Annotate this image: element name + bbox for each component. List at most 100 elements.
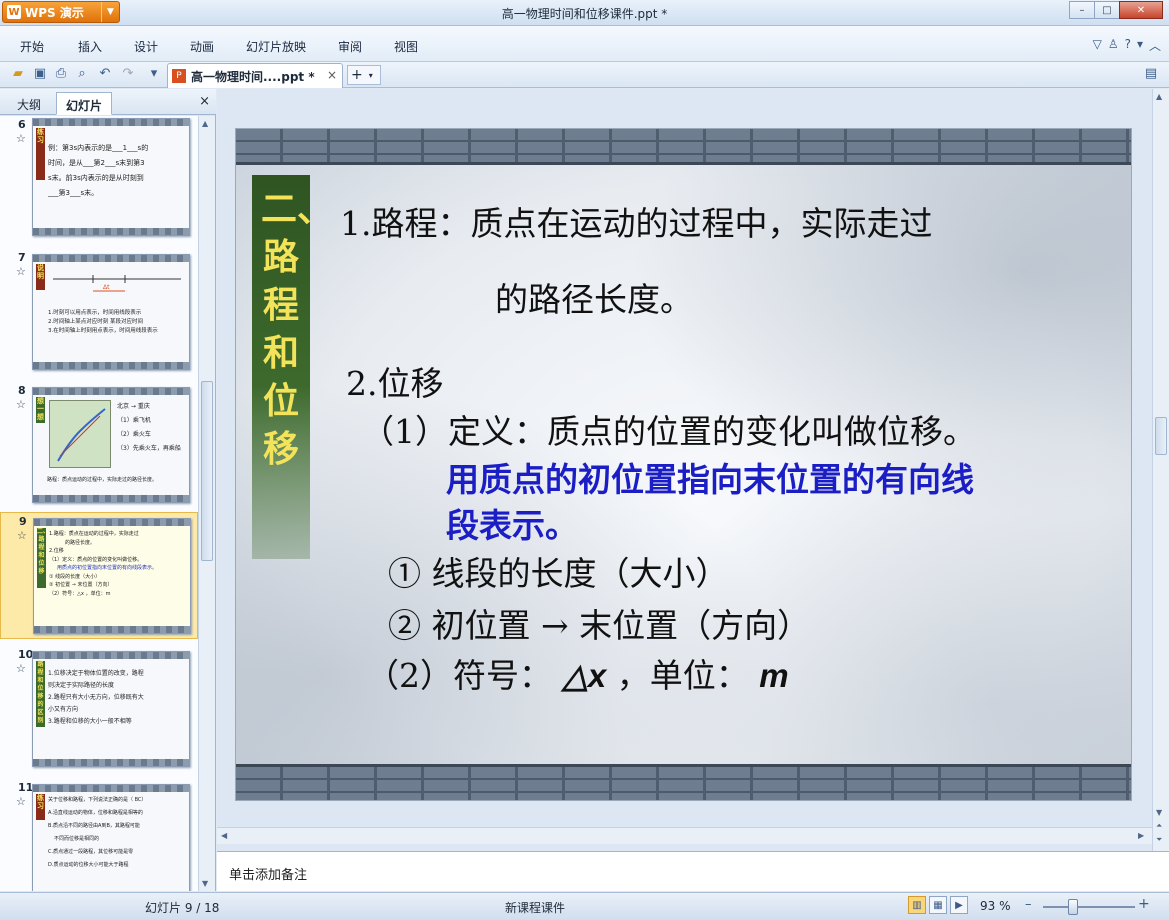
notes-pane[interactable]: 单击添加备注 bbox=[217, 851, 1169, 891]
slide-thumbnail[interactable]: 11 ☆ 练习 关于位移和路程，下列说法正确的是（ BC） A.沿直线运动的物体… bbox=[0, 779, 198, 891]
new-tab-button[interactable]: + ▾ bbox=[347, 65, 381, 85]
notes-placeholder: 单击添加备注 bbox=[229, 868, 308, 883]
slide-text-line[interactable]: 的路径长度。 bbox=[495, 273, 693, 321]
help-icon[interactable]: ? bbox=[1125, 37, 1131, 54]
thumbnail-scrollbar[interactable]: ▲ ▼ bbox=[198, 116, 215, 891]
thumb-line: 3.在时间轴上时刻用点表示，时间用线段表示 bbox=[48, 328, 158, 334]
animation-star-icon: ☆ bbox=[16, 132, 26, 145]
thumb-label: 练习 bbox=[36, 794, 45, 820]
menu-view[interactable]: 视图 bbox=[394, 38, 418, 55]
undo-icon[interactable]: ↶ bbox=[97, 66, 113, 82]
customize-icon[interactable]: ▾ bbox=[146, 66, 162, 82]
previous-slide-icon[interactable]: ⏶ bbox=[1156, 821, 1162, 831]
open-folder-icon[interactable]: ▰ bbox=[10, 66, 26, 82]
animation-star-icon: ☆ bbox=[16, 265, 26, 278]
chevron-down-icon[interactable]: ▾ bbox=[1137, 37, 1143, 54]
current-slide[interactable]: 二、路程和位移 1.路程：质点在运动的过程中，实际走过 的路径长度。 2.位移 … bbox=[236, 129, 1131, 800]
panel-toggle-icon[interactable]: ▤ bbox=[1143, 66, 1159, 82]
status-bar: 幻灯片 9 / 18 新课程课件 ▥ ▦ ▶ 93 % – + bbox=[0, 892, 1169, 920]
vertical-label-text: 二、路程和位移 bbox=[261, 188, 334, 470]
map-image bbox=[49, 400, 111, 468]
zoom-level[interactable]: 93 % bbox=[980, 899, 1011, 913]
thumb-label: 二、路程和位移 bbox=[37, 528, 49, 588]
slide-text-line-highlight[interactable]: 用质点的初位置指向末位置的有向线 bbox=[446, 453, 974, 501]
thumb-line: 例：第3s内表示的是___1___s的 bbox=[48, 144, 149, 152]
close-panel-icon[interactable]: × bbox=[199, 94, 210, 109]
tshirt-icon[interactable]: ▽ bbox=[1093, 37, 1102, 54]
zoom-slider-knob[interactable] bbox=[1068, 899, 1079, 915]
scroll-down-icon[interactable]: ▼ bbox=[202, 879, 208, 888]
slide-preview: 二、路程和位移 1.路程：质点在运动的过程中，实际走过 的路径长度。 2.位移 … bbox=[33, 518, 191, 634]
animation-star-icon: ☆ bbox=[16, 662, 26, 675]
scroll-up-icon[interactable]: ▲ bbox=[202, 119, 208, 128]
scroll-down-icon[interactable]: ▼ bbox=[1156, 808, 1162, 817]
thumb-line: 2.时间轴上某点对应时刻 某段对应时间 bbox=[48, 319, 143, 325]
zoom-in-icon[interactable]: + bbox=[1138, 896, 1150, 912]
thumb-label: 练习 bbox=[36, 128, 45, 180]
tab-outline[interactable]: 大纲 bbox=[8, 92, 50, 115]
slide-thumbnail[interactable]: 8 ☆ 想一想 北京 → 重庆 （1）乘飞机 （2）乘火车 （3）先乘火车，再乘… bbox=[0, 382, 198, 509]
save-icon[interactable]: ▣ bbox=[32, 66, 48, 82]
slide-preview: 练习 关于位移和路程，下列说法正确的是（ BC） A.沿直线运动的物体，位移和路… bbox=[32, 784, 190, 891]
collapse-icon[interactable]: ︿ bbox=[1149, 37, 1161, 54]
scrollbar-thumb[interactable] bbox=[201, 381, 213, 561]
shirt-icon[interactable]: ♙ bbox=[1108, 37, 1119, 54]
slide-thumbnail-selected[interactable]: 9 ☆ 二、路程和位移 1.路程：质点在运动的过程中，实际走过 的路径长度。 2… bbox=[0, 512, 198, 639]
zoom-out-icon[interactable]: – bbox=[1025, 897, 1032, 912]
unit-prefix: ，单位： bbox=[616, 656, 749, 695]
slide-text-line[interactable]: （2）符号： △x ，单位： m bbox=[366, 649, 789, 697]
thumb-line: （3）先乘火车，再乘船 bbox=[117, 445, 181, 452]
scroll-right-icon[interactable]: ▶ bbox=[1138, 831, 1144, 840]
slide-thumbnail[interactable]: 7 ☆ 说明 Δt 1.时刻可以用点表示，时间用线段表示 2.时间轴上某点对应时… bbox=[0, 249, 198, 376]
vertical-scrollbar[interactable]: ▲ ▼ ⏶ ⏷ bbox=[1152, 89, 1169, 851]
scroll-up-icon[interactable]: ▲ bbox=[1156, 92, 1162, 101]
thumb-line: （2）符号：△x ，单位：m bbox=[49, 590, 111, 597]
menu-home[interactable]: 开始 bbox=[20, 38, 44, 55]
horizontal-scrollbar[interactable]: ◀ ▶ bbox=[217, 827, 1152, 844]
slide-text-line[interactable]: 1.路程：质点在运动的过程中，实际走过 bbox=[340, 197, 933, 245]
slide-text-line-highlight[interactable]: 段表示。 bbox=[446, 499, 578, 547]
menu-slideshow[interactable]: 幻灯片放映 bbox=[246, 38, 306, 55]
print-icon[interactable]: ⎙ bbox=[53, 66, 69, 82]
slide-sorter-icon[interactable]: ▦ bbox=[929, 896, 947, 914]
menu-design[interactable]: 设计 bbox=[134, 38, 158, 55]
thumb-line: 2.路程只有大小无方向，位移既有大 bbox=[48, 694, 144, 701]
brick-band-top bbox=[236, 129, 1131, 165]
zoom-slider-track[interactable] bbox=[1043, 906, 1135, 908]
next-slide-icon[interactable]: ⏷ bbox=[1156, 835, 1162, 845]
slide-text-line[interactable]: （1）定义：质点的位置的变化叫做位移。 bbox=[361, 405, 976, 453]
menu-animation[interactable]: 动画 bbox=[190, 38, 214, 55]
print-preview-icon[interactable]: ⌕ bbox=[74, 66, 90, 82]
slide-preview: 想一想 北京 → 重庆 （1）乘飞机 （2）乘火车 （3）先乘火车，再乘船 路程… bbox=[32, 387, 190, 503]
redo-icon[interactable]: ↷ bbox=[120, 66, 136, 82]
close-tab-icon[interactable]: × bbox=[327, 68, 337, 82]
thumb-line: 1.时刻可以用点表示，时间用线段表示 bbox=[48, 310, 142, 316]
timeline-diagram: Δt bbox=[53, 275, 181, 292]
thumb-line: C.质点通过一段路程，其位移可能是零 bbox=[48, 849, 134, 855]
slide-text-line[interactable]: ① 线段的长度（大小） bbox=[388, 547, 729, 595]
thumb-line: A.沿直线运动的物体，位移和路程是相等的 bbox=[48, 810, 143, 816]
slide-number: 7 bbox=[18, 251, 26, 264]
window-title: 高一物理时间和位移课件.ppt * bbox=[501, 7, 668, 21]
slide-indicator: 幻灯片 9 / 18 bbox=[145, 901, 220, 915]
thumb-line: 时间，是从___第2___s末到第3 bbox=[48, 159, 145, 167]
maximize-button[interactable]: □ bbox=[1094, 1, 1120, 19]
menu-insert[interactable]: 插入 bbox=[78, 38, 102, 55]
tab-slides[interactable]: 幻灯片 bbox=[56, 92, 113, 115]
normal-view-icon[interactable]: ▥ bbox=[908, 896, 926, 914]
thumb-line: ② 初位置 → 末位置（方向） bbox=[49, 582, 113, 588]
menu-review[interactable]: 审阅 bbox=[338, 38, 362, 55]
document-tab[interactable]: P 高一物理时间....ppt * × bbox=[167, 63, 343, 88]
scrollbar-thumb[interactable] bbox=[1155, 417, 1167, 455]
slide-thumbnail[interactable]: 10 ☆ 路程和位移的区别 1.位移决定于物体位置的改变，路程 则决定于实际路径… bbox=[0, 646, 198, 773]
slide-text-line[interactable]: 2.位移 bbox=[346, 357, 444, 405]
close-button[interactable]: ✕ bbox=[1119, 1, 1163, 19]
slide-thumbnail[interactable]: 6 ☆ 练习 例：第3s内表示的是___1___s的 时间，是从___第2___… bbox=[0, 116, 198, 243]
slideshow-icon[interactable]: ▶ bbox=[950, 896, 968, 914]
section-vertical-label[interactable]: 二、路程和位移 bbox=[252, 175, 334, 559]
scroll-left-icon[interactable]: ◀ bbox=[221, 831, 227, 840]
minimize-button[interactable]: – bbox=[1069, 1, 1095, 19]
chevron-down-icon[interactable]: ▾ bbox=[369, 71, 373, 80]
slide-text-line[interactable]: ② 初位置 → 末位置（方向） bbox=[388, 599, 810, 647]
thumb-line: （2）乘火车 bbox=[117, 431, 151, 438]
